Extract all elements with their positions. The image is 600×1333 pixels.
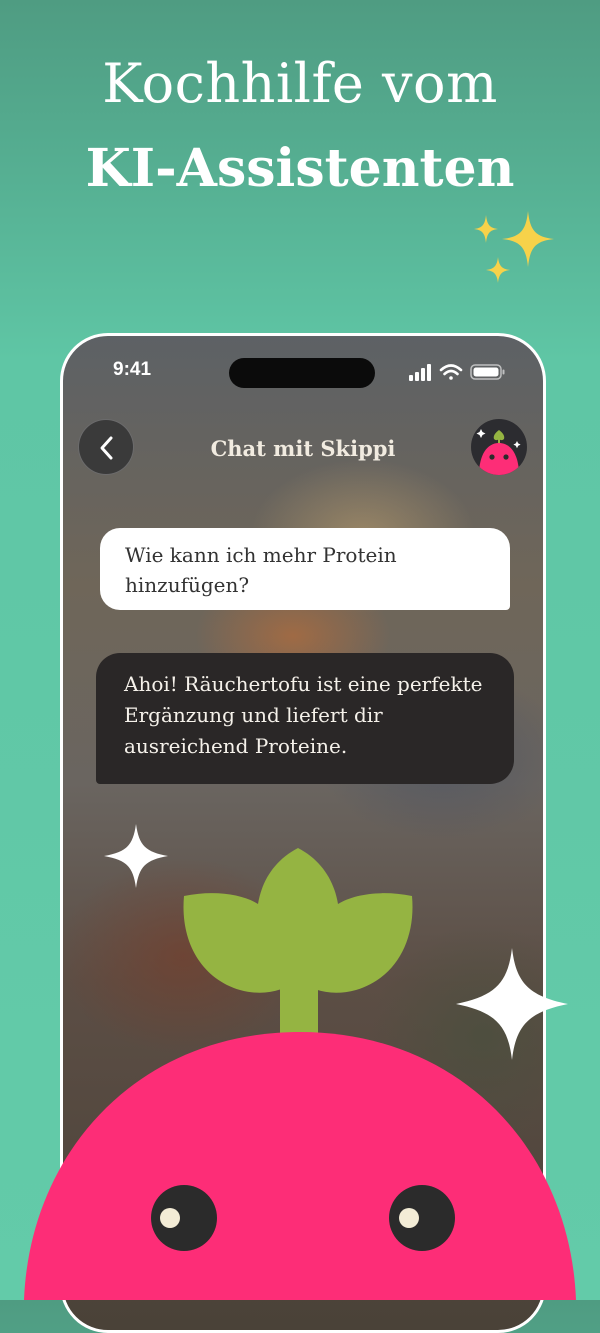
mascot-body bbox=[24, 1032, 576, 1300]
sparkle-icon bbox=[474, 211, 554, 283]
sparkle-icon bbox=[456, 948, 568, 1060]
headline-line-1: Kochhilfe vom bbox=[102, 52, 498, 115]
assistant-message-bubble: Ahoi! Räuchertofu ist eine perfekte Ergä… bbox=[96, 653, 514, 784]
status-time: 9:41 bbox=[113, 359, 152, 380]
headline-line-2: KI-Assistenten bbox=[85, 138, 515, 199]
mascot-stem bbox=[280, 970, 318, 1040]
dynamic-island bbox=[229, 358, 375, 388]
cellular-signal-icon bbox=[409, 364, 431, 381]
wifi-icon bbox=[439, 364, 463, 380]
user-message-bubble: Wie kann ich mehr Protein hinzufügen? bbox=[100, 528, 510, 610]
radish-mascot-icon bbox=[476, 429, 521, 475]
mascot-eye-right bbox=[389, 1185, 455, 1251]
assistant-avatar[interactable] bbox=[471, 419, 527, 475]
status-icons bbox=[409, 364, 505, 381]
radish-mascot-illustration bbox=[24, 824, 576, 1300]
battery-icon bbox=[470, 364, 505, 380]
sparkle-icon bbox=[104, 824, 168, 888]
